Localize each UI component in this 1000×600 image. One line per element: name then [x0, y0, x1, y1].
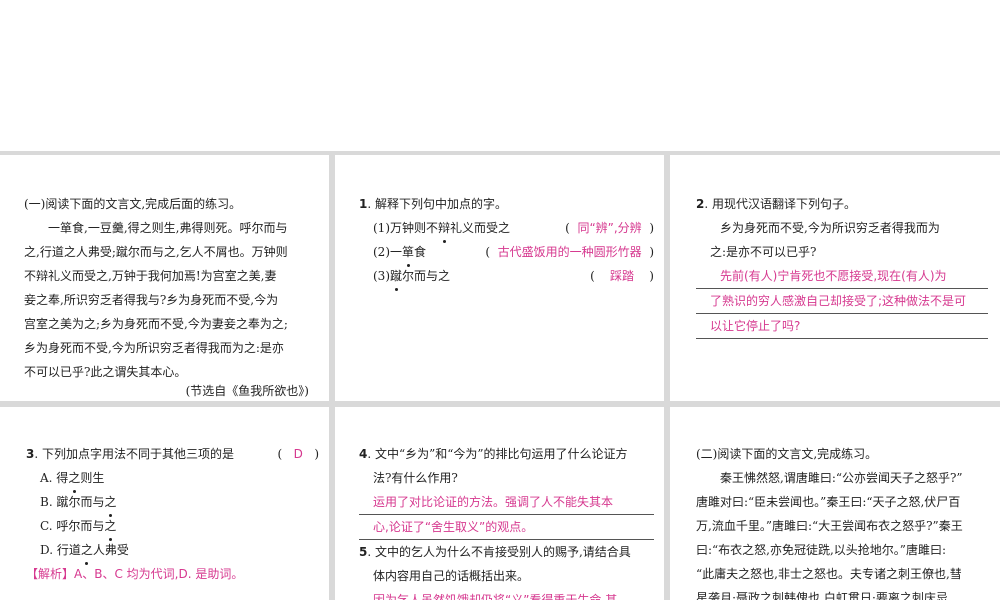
question-one-prompt: 1. 解释下列句中加点的字。 [359, 192, 654, 216]
passage-one-card: (一)阅读下面的文言文,完成后面的练习。 一箪食,一豆羹,得之则生,弗得则死。呼… [0, 155, 329, 401]
option-text: 行道 [56, 543, 81, 557]
passage-one-line: 宫室之美为之;乡为身死而不受,今为妻妾之奉为之; [24, 317, 288, 331]
option-label: D. [40, 543, 57, 557]
option-text: 则生 [80, 471, 105, 485]
answer-line: 先前(有人)宁肯死也不愿接受,现在(有人)为 [696, 264, 988, 289]
passage-two-line: 曰:“布衣之怒,亦免冠徒跣,以头抢地尔。”唐雎曰: [696, 543, 946, 557]
item-number: (2) [373, 245, 390, 259]
passage-two-line: “此庸夫之怒也,非士之怒也。夫专诸之刺王僚也,彗 [696, 567, 962, 581]
question-four-five-card: 4. 文中“乡为”和“今为”的排比句运用了什么论证方 法?有什么作用? 运用了对… [335, 407, 664, 600]
question-two-card: 2. 用现代汉语翻译下列句子。 乡为身死而不受,今为所识穷乏者得我而为 之:是亦… [670, 155, 1000, 401]
answer-text: 同“辨”,分辨 [577, 221, 642, 235]
item-text: 礼义而受之 [450, 221, 511, 235]
passage-two-line: 唐雎对曰:“臣未尝闻也。”秦王曰:“天子之怒,伏尸百 [696, 495, 961, 509]
answer-text: 古代盛饭用的一种圆形竹器 [497, 245, 642, 259]
item-text: 尔而与之 [402, 269, 451, 283]
passage-two-card: (二)阅读下面的文言文,完成练习。 秦王怫然怒,谓唐雎曰:“公亦尝闻天子之怒乎?… [670, 407, 1000, 600]
dotted-character: 之 [104, 514, 116, 541]
option-text: 得 [56, 471, 69, 485]
question-text: . 下列加点字用法不同于其他三项的是 [34, 447, 234, 461]
item-text: 一 [390, 245, 403, 259]
option-item: D. 行道之人弗受 [26, 538, 319, 565]
passage-two-heading: (二)阅读下面的文言文,完成练习。 [696, 447, 878, 461]
option-item: C. 呼尔而与之 [26, 514, 319, 541]
sentence-line: 之:是亦不可以已乎? [710, 245, 817, 259]
answer-blank: ( 同“辨”,分辨 ) [565, 221, 654, 235]
passage-one-source: (节选自《鱼我所欲也》) [185, 384, 309, 398]
option-label: C. [40, 519, 57, 533]
option-item: B. 蹴尔而与之 [26, 490, 319, 517]
answer-text: D [293, 447, 303, 461]
dotted-character: 之 [81, 538, 93, 565]
dotted-character: 之 [68, 466, 80, 493]
answer-text: 踩踏 [610, 269, 635, 283]
answer-line: 因为乞人虽然饥饿却仍将“义”看得重于生命,甚 [359, 588, 654, 600]
question-one-item: (3)蹴尔而与之 ( 踩踏 ) [359, 264, 654, 291]
question-one-card: 1. 解释下列句中加点的字。 (1)万钟则不辩礼义而受之 ( 同“辨”,分辨 )… [335, 155, 664, 401]
question-text: . 解释下列句中加点的字。 [367, 197, 507, 211]
sentence-line: 乡为身死而不受,今为所识穷乏者得我而为 [720, 221, 940, 235]
answer-blank: ( 古代盛饭用的一种圆形竹器 ) [485, 245, 654, 259]
item-text: 食 [414, 245, 427, 259]
dotted-character: 蹴 [390, 264, 402, 291]
question-one-item: (1)万钟则不辩礼义而受之 ( 同“辨”,分辨 ) [359, 216, 654, 243]
answer-line: 运用了对比论证的方法。强调了人不能失其本 [359, 490, 654, 515]
item-text: 万钟则不 [390, 221, 439, 235]
question-four-prompt: 4. 文中“乡为”和“今为”的排比句运用了什么论证方 [359, 442, 654, 466]
passage-one-line: 之,行道之人弗受;蹴尔而与之,乞人不屑也。万钟则 [24, 245, 288, 259]
passage-one-line: 妾之奉,所识穷乏者得我与?乡为身死而不受,今为 [24, 293, 279, 307]
question-two-prompt: 2. 用现代汉语翻译下列句子。 [696, 192, 988, 216]
question-one-item: (2)一箪食 ( 古代盛饭用的一种圆形竹器 ) [359, 240, 654, 267]
question-text-line: 体内容用自己的话概括出来。 [373, 569, 530, 583]
answer-blank: ( 踩踏 ) [590, 269, 654, 283]
option-text: 呼尔而与 [56, 519, 105, 533]
question-five-prompt: 5. 文中的乞人为什么不肯接受别人的赐予,请结合具 [359, 540, 654, 564]
passage-one-heading: (一)阅读下面的文言文,完成后面的练习。 [24, 197, 242, 211]
passage-two-line: 秦王怫然怒,谓唐雎曰:“公亦尝闻天子之怒乎?” [720, 471, 963, 485]
dotted-character: 辩 [438, 216, 450, 243]
option-item: A. 得之则生 [26, 466, 319, 493]
passage-one-line: 一箪食,一豆羹,得之则生,弗得则死。呼尔而与 [48, 221, 288, 235]
dotted-character: 之 [104, 490, 116, 517]
question-text: . 用现代汉语翻译下列句子。 [704, 197, 856, 211]
option-text: 人弗受 [92, 543, 129, 557]
question-text: . 文中“乡为”和“今为”的排比句运用了什么论证方 [367, 447, 628, 461]
question-three-prompt: 3. 下列加点字用法不同于其他三项的是 ( D ) [26, 442, 319, 466]
passage-one-line: 不辩礼义而受之,万钟于我何加焉!为宫室之美,妻 [24, 269, 277, 283]
item-number: (1) [373, 221, 390, 235]
analysis-text: 【解析】A、B、C 均为代词,D. 是助词。 [26, 567, 244, 581]
answer-line: 心,论证了“舍生取义”的观点。 [359, 515, 654, 540]
question-text-line: 法?有什么作用? [373, 471, 458, 485]
question-three-card: 3. 下列加点字用法不同于其他三项的是 ( D ) A. 得之则生 B. 蹴尔而… [0, 407, 329, 600]
answer-blank: ( D ) [277, 447, 320, 461]
answer-line: 了熟识的穷人感激自己却接受了;这种做法不是可 [696, 289, 988, 314]
option-label: A. [40, 471, 57, 485]
item-number: (3) [373, 269, 390, 283]
dotted-character: 箪 [402, 240, 414, 267]
passage-two-line: 万,流血千里。”唐雎曰:“大王尝闻布衣之怒乎?”秦王 [696, 519, 963, 533]
passage-one-line: 不可以已乎?此之谓失其本心。 [24, 365, 187, 379]
blank-top-area [0, 0, 1000, 151]
passage-one-line: 乡为身死而不受,今为所识穷乏者得我而为之:是亦 [24, 341, 284, 355]
option-text: 蹴尔而与 [56, 495, 105, 509]
passage-two-line: 星袭月;聂政之刺韩傀也,白虹贯日;要离之刺庆忌 [696, 591, 948, 600]
answer-line: 以让它停止了吗? [696, 314, 988, 339]
option-label: B. [40, 495, 57, 509]
question-text: . 文中的乞人为什么不肯接受别人的赐予,请结合具 [367, 545, 631, 559]
